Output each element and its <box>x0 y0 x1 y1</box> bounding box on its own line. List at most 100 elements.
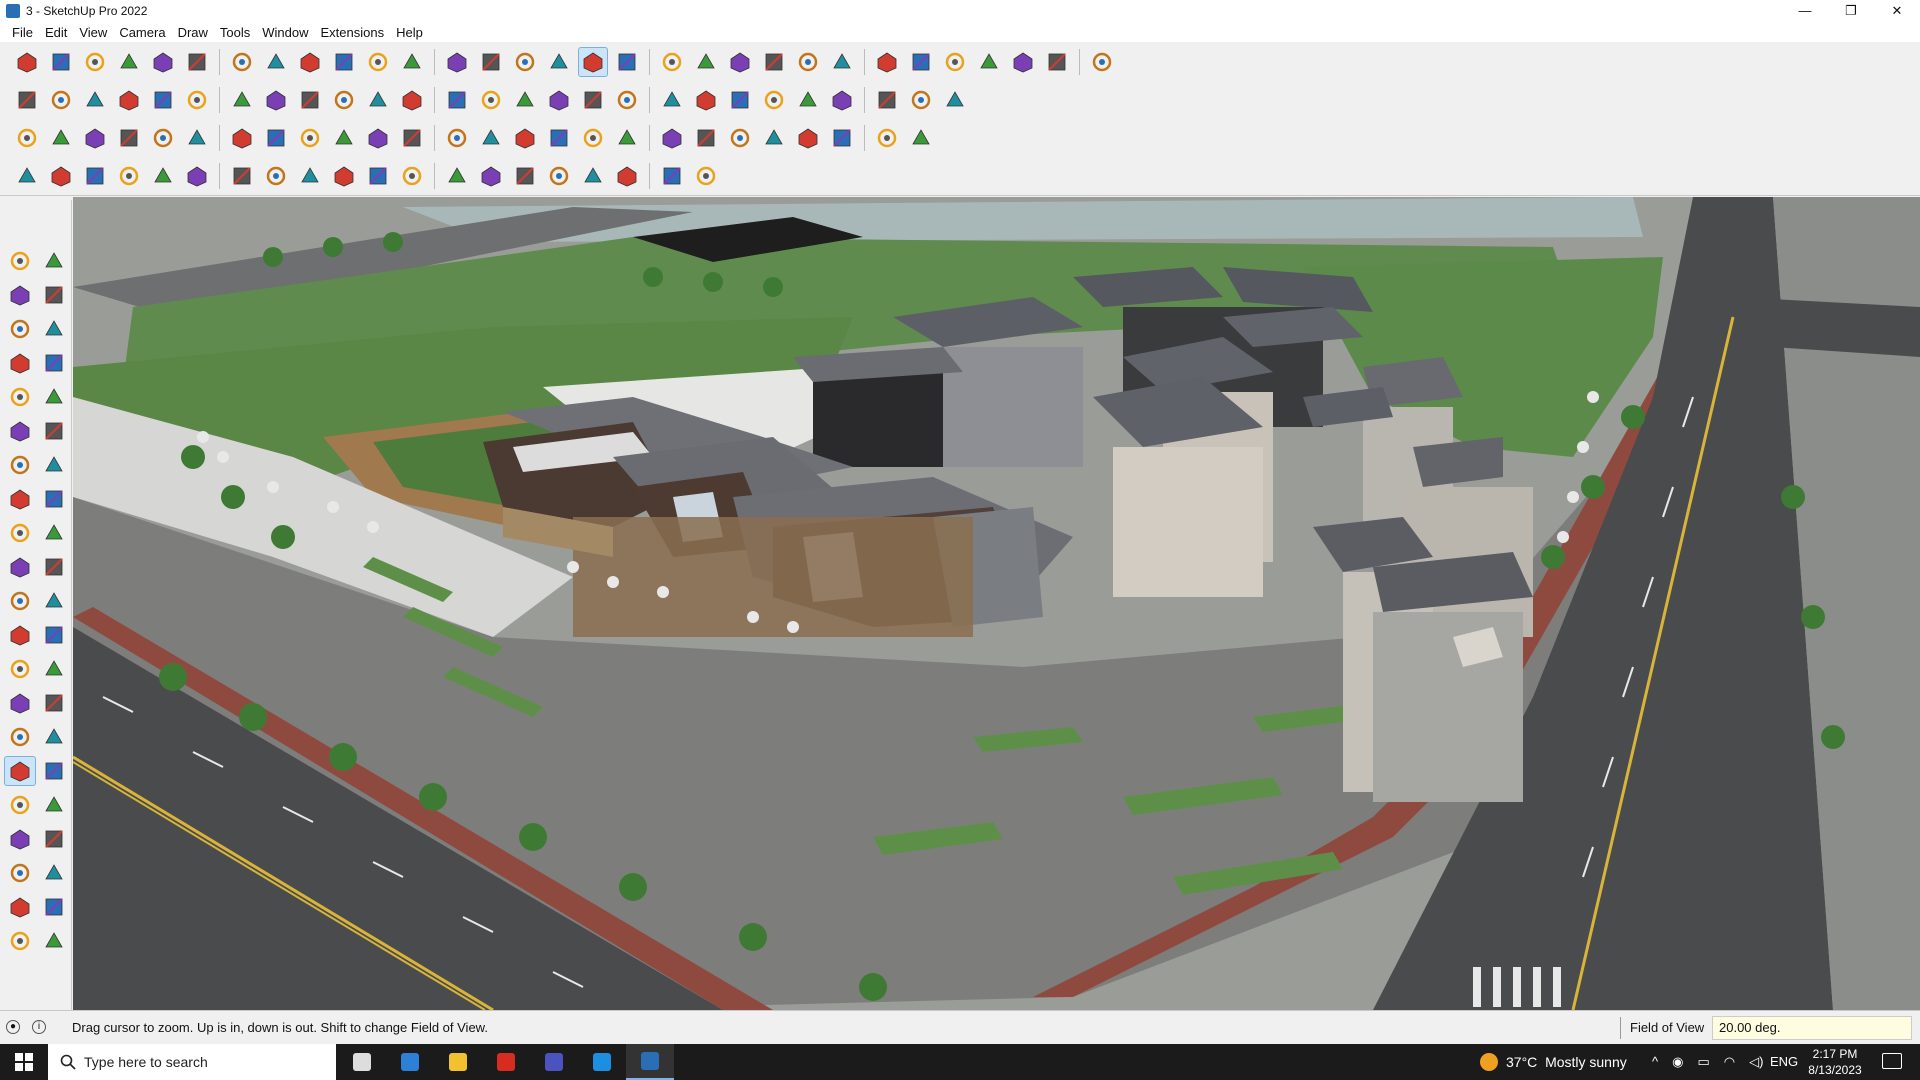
truss-icon[interactable] <box>578 161 608 191</box>
section-cuts-icon[interactable] <box>38 892 70 922</box>
look-around-icon[interactable] <box>38 824 70 854</box>
cut-icon[interactable] <box>940 85 970 115</box>
menu-window[interactable]: Window <box>256 25 314 40</box>
redo-icon[interactable] <box>1042 47 1072 77</box>
orbit-hand-icon[interactable] <box>38 246 70 276</box>
sweep-icon[interactable] <box>476 123 506 153</box>
align-icon[interactable] <box>872 123 902 153</box>
explode-icon[interactable] <box>329 123 359 153</box>
circle-icon[interactable] <box>4 416 36 446</box>
wireframe-icon[interactable] <box>295 85 325 115</box>
freehand-icon[interactable] <box>38 348 70 378</box>
zoom-window-icon[interactable] <box>38 756 70 786</box>
axes-icon[interactable] <box>4 688 36 718</box>
menu-view[interactable]: View <box>73 25 113 40</box>
component-icon[interactable] <box>227 123 257 153</box>
walls-icon[interactable] <box>578 85 608 115</box>
loft-icon[interactable] <box>442 123 472 153</box>
text-icon[interactable] <box>442 47 472 77</box>
panel-icon[interactable] <box>261 161 291 191</box>
select-icon[interactable] <box>4 246 36 276</box>
follow-me-icon[interactable] <box>38 552 70 582</box>
dimension-icon[interactable] <box>38 620 70 650</box>
solid-subtract-icon[interactable] <box>46 123 76 153</box>
hatch-icon[interactable] <box>657 161 687 191</box>
offset-icon[interactable] <box>872 85 902 115</box>
draw-line-icon[interactable] <box>12 161 42 191</box>
wifi-icon[interactable]: ◠ <box>1724 1054 1735 1070</box>
orbit-icon[interactable] <box>4 722 36 752</box>
orbit-icon[interactable] <box>510 47 540 77</box>
notification-icon[interactable] <box>1882 1053 1902 1069</box>
circle-icon[interactable] <box>725 85 755 115</box>
gear-shape-icon[interactable] <box>148 161 178 191</box>
measurements-box[interactable]: 20.00 deg. <box>1712 1016 1912 1040</box>
solid-trim-icon[interactable] <box>80 123 110 153</box>
shell-icon[interactable] <box>725 123 755 153</box>
layers-icon[interactable] <box>691 47 721 77</box>
position-camera-icon[interactable] <box>4 824 36 854</box>
twist-icon[interactable] <box>657 123 687 153</box>
start-button[interactable] <box>0 1044 48 1080</box>
window-tool-icon[interactable] <box>442 161 472 191</box>
zoom-icon[interactable] <box>578 47 608 77</box>
pie-icon[interactable] <box>38 450 70 480</box>
styles-icon[interactable] <box>759 47 789 77</box>
split-icon[interactable] <box>182 123 212 153</box>
tag-icon[interactable] <box>940 47 970 77</box>
roof-icon[interactable] <box>544 85 574 115</box>
xray-icon[interactable] <box>261 85 291 115</box>
rail-icon[interactable] <box>227 161 257 191</box>
stair-icon[interactable] <box>182 161 212 191</box>
shaded-icon[interactable] <box>363 85 393 115</box>
group-icon[interactable] <box>261 123 291 153</box>
array-icon[interactable] <box>793 123 823 153</box>
scenes-icon[interactable] <box>725 47 755 77</box>
solid-intersect-icon[interactable] <box>114 123 144 153</box>
walk-icon[interactable] <box>4 858 36 888</box>
box-icon[interactable] <box>295 123 325 153</box>
right-view-icon[interactable] <box>114 85 144 115</box>
edge-icon[interactable] <box>578 1044 626 1080</box>
house-icon[interactable] <box>476 85 506 115</box>
sandbox-icon[interactable] <box>906 47 936 77</box>
offset-icon[interactable] <box>38 586 70 616</box>
pencil-icon[interactable] <box>657 85 687 115</box>
door-tool-icon[interactable] <box>476 161 506 191</box>
taper-icon[interactable] <box>612 123 642 153</box>
slab-icon[interactable] <box>363 161 393 191</box>
bend-icon[interactable] <box>691 123 721 153</box>
battery-icon[interactable]: ▭ <box>1697 1054 1709 1070</box>
follow-me-icon[interactable] <box>261 47 291 77</box>
trimble-icon[interactable] <box>1087 47 1117 77</box>
bottom-view-icon[interactable] <box>227 85 257 115</box>
house-outline-icon[interactable] <box>510 85 540 115</box>
model-viewport[interactable] <box>73 197 1920 1010</box>
top-view-icon[interactable] <box>46 85 76 115</box>
section-plane-icon[interactable] <box>657 47 687 77</box>
tape-measure-icon[interactable] <box>397 47 427 77</box>
arc-icon[interactable] <box>4 450 36 480</box>
fillet-icon[interactable] <box>544 123 574 153</box>
eraser-icon[interactable] <box>38 280 70 310</box>
section-plane-icon[interactable] <box>38 858 70 888</box>
push-pull-icon[interactable] <box>38 518 70 548</box>
warehouse-icon[interactable] <box>827 47 857 77</box>
file-explorer-icon[interactable] <box>434 1044 482 1080</box>
line-icon[interactable] <box>4 348 36 378</box>
weld-icon[interactable] <box>363 123 393 153</box>
info-icon[interactable]: i <box>32 1020 46 1034</box>
back-view-icon[interactable] <box>148 85 178 115</box>
chamfer-icon[interactable] <box>578 123 608 153</box>
beam-icon[interactable] <box>329 161 359 191</box>
select-icon[interactable] <box>46 47 76 77</box>
push-pull-icon[interactable] <box>227 47 257 77</box>
extension-warehouse-icon[interactable] <box>872 47 902 77</box>
volume-icon[interactable]: ◁) <box>1749 1054 1763 1070</box>
menu-draw[interactable]: Draw <box>172 25 214 40</box>
column-icon[interactable] <box>295 161 325 191</box>
acrobat-icon[interactable] <box>482 1044 530 1080</box>
line-icon[interactable] <box>114 47 144 77</box>
section-fill-icon[interactable] <box>4 926 36 956</box>
polygon-icon[interactable] <box>793 85 823 115</box>
